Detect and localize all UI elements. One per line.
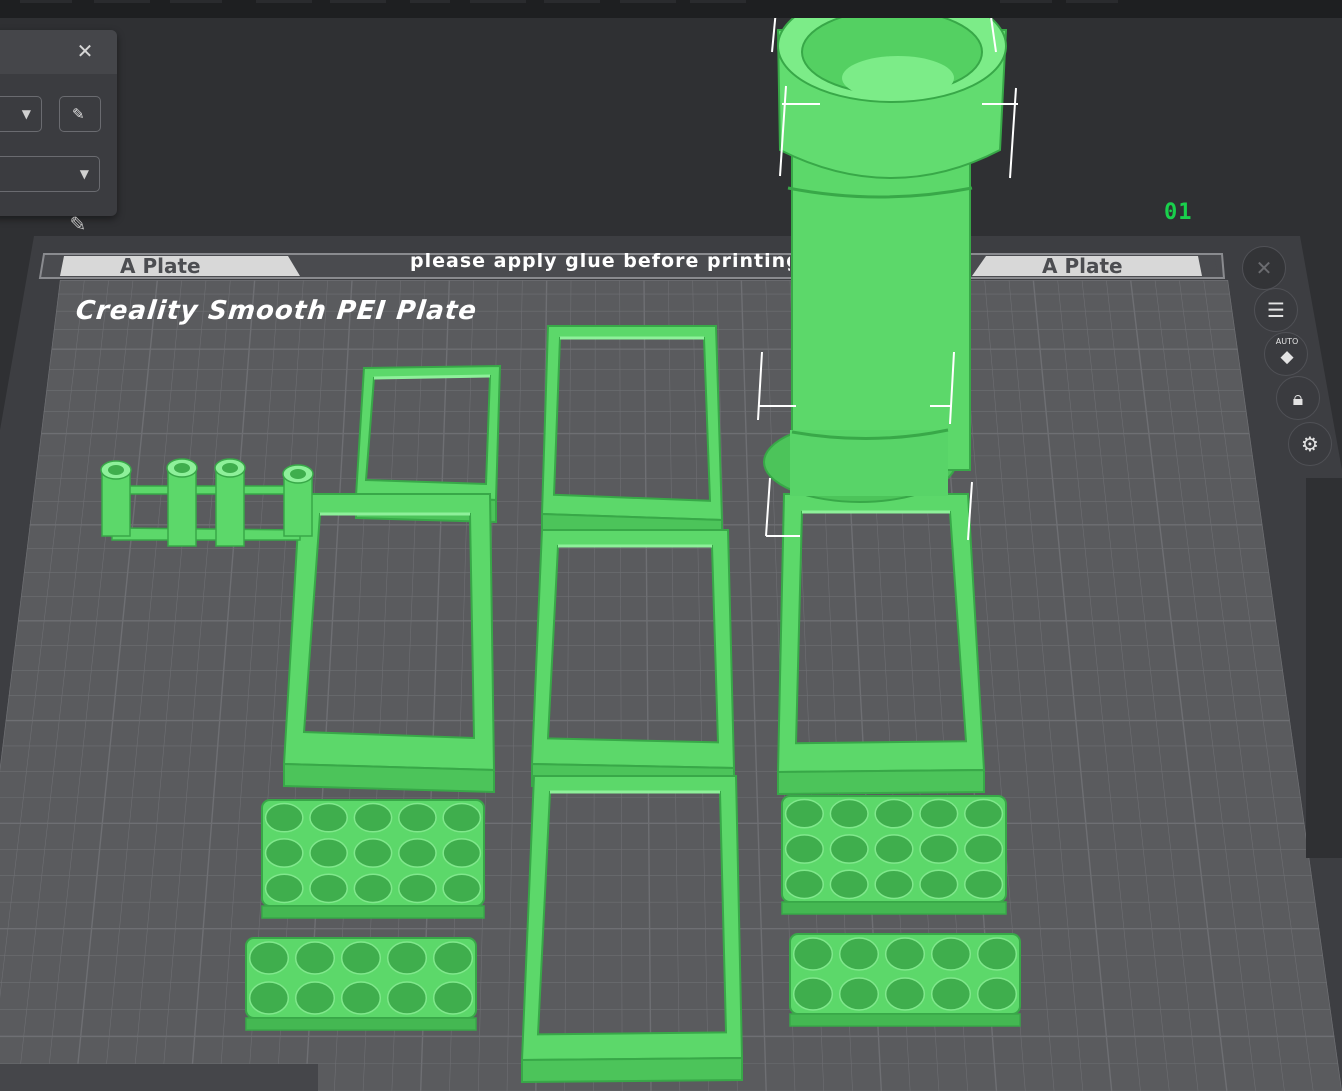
toolbar-tab[interactable]	[470, 0, 526, 3]
bottom-status-bar	[0, 1064, 318, 1091]
filament-dropdown[interactable]: ▼	[0, 96, 42, 132]
auto-orient-icon: ◆	[1280, 347, 1294, 367]
chevron-down-icon: ▼	[79, 167, 89, 181]
battery-tray-4[interactable]	[789, 933, 1021, 1027]
close-icon: ✕	[1255, 256, 1273, 280]
toolbar-tab[interactable]	[1000, 0, 1052, 3]
toolbar-tab[interactable]	[170, 0, 222, 3]
delete-plate-button[interactable]: ✕	[1242, 246, 1286, 290]
lock-icon: 🔒︎	[1292, 386, 1304, 410]
lock-plate-button[interactable]: 🔒︎	[1276, 376, 1320, 420]
edit-button[interactable]: ✎	[59, 96, 101, 132]
plate-number: 01	[1164, 200, 1193, 225]
toolbar-tab[interactable]	[620, 0, 676, 3]
toolbar-tab[interactable]	[256, 0, 312, 3]
pencil-icon: ✎	[72, 105, 85, 123]
toolbar-tab[interactable]	[1066, 0, 1118, 3]
toolbar-tab[interactable]	[544, 0, 600, 3]
plate-surface-name: Creality Smooth PEI Plate	[74, 296, 479, 326]
battery-tray-2[interactable]	[245, 937, 477, 1031]
list-icon: ☰	[1267, 298, 1285, 322]
battery-tray-3[interactable]	[781, 795, 1007, 915]
settings-panel: ✕ ▼ ✎ ▼	[0, 30, 117, 216]
settings-panel-header	[0, 30, 117, 74]
top-toolbar	[0, 0, 1342, 18]
plate-tab-right[interactable]: A Plate	[1042, 254, 1123, 278]
filament-spool-holder-tube[interactable]	[763, 0, 1008, 503]
toolbar-tab[interactable]	[690, 0, 746, 3]
edit-plate-icon[interactable]: ✎	[56, 212, 100, 240]
chevron-down-icon: ▼	[21, 107, 31, 121]
bed-right-slot	[1306, 478, 1342, 858]
plate-type-dropdown[interactable]: ▼	[0, 156, 100, 192]
plate-notice: please apply glue before printing	[410, 250, 790, 272]
arrange-list-button[interactable]: ☰	[1254, 288, 1298, 332]
battery-tray-1[interactable]	[261, 799, 485, 919]
toolbar-tab[interactable]	[94, 0, 150, 3]
bed-surface	[0, 280, 1342, 1091]
build-plate-scene[interactable]	[0, 0, 1342, 1091]
auto-orient-button[interactable]: AUTO ◆	[1264, 332, 1308, 376]
plate-settings-button[interactable]: ⚙	[1288, 422, 1332, 466]
close-icon[interactable]: ✕	[74, 40, 96, 62]
gear-icon: ⚙	[1301, 432, 1319, 456]
toolbar-tab[interactable]	[330, 0, 386, 3]
slicer-3d-view[interactable]: ✕ ▼ ✎ ▼ ✎ 01 A Plate please apply glue b…	[0, 0, 1342, 1091]
toolbar-tab[interactable]	[410, 0, 450, 3]
toolbar-tab[interactable]	[20, 0, 72, 3]
plate-tab-left[interactable]: A Plate	[120, 254, 201, 278]
